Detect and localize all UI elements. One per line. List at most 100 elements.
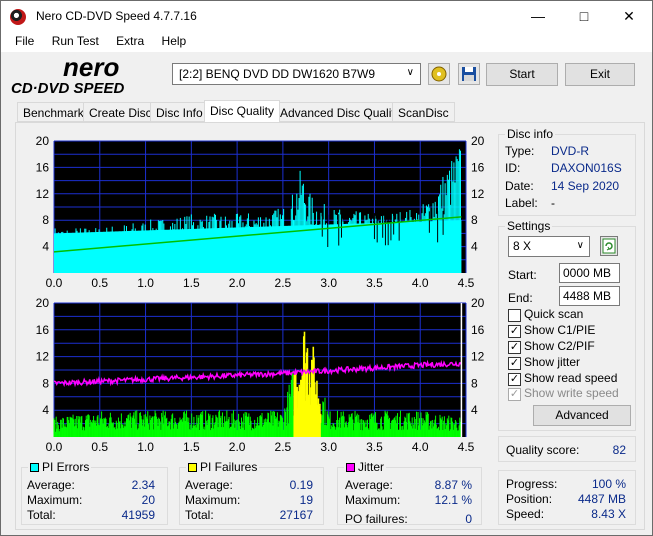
pi-failures-title: PI Failures	[186, 460, 260, 474]
quick-scan-checkbox[interactable]	[508, 309, 521, 322]
menu-bar: File Run Test Extra Help	[1, 32, 652, 52]
chevron-down-icon: ∨	[576, 240, 584, 251]
y-tick-label-left: 20	[36, 134, 50, 148]
x-tick-label: 2.5	[275, 276, 292, 290]
menu-file[interactable]: File	[15, 32, 34, 48]
exit-button[interactable]: Exit	[565, 63, 635, 86]
y-tick-label-right: 4	[471, 403, 478, 417]
refresh-speed-button[interactable]	[600, 236, 618, 256]
maximize-button[interactable]: □	[561, 1, 607, 32]
drive-info-button[interactable]	[428, 63, 450, 85]
y-tick-label-left: 8	[42, 213, 49, 227]
close-button[interactable]: ✕	[606, 1, 652, 32]
quality-score-label: Quality score:	[506, 443, 580, 457]
speed-select-value: 8 X	[513, 239, 532, 253]
po-failures-value: 0	[465, 512, 472, 526]
show-c1-pie-checkbox[interactable]: ✓	[508, 325, 521, 338]
tab-scandisc[interactable]: ScanDisc	[392, 102, 455, 122]
drive-select-value: [2:2] BENQ DVD DD DW1620 B7W9	[179, 67, 376, 81]
drive-select[interactable]: [2:2] BENQ DVD DD DW1620 B7W9 ∨	[172, 63, 421, 85]
jitter-title: Jitter	[344, 460, 387, 474]
disc-info-title: Disc info	[505, 127, 556, 141]
x-tick-label: 0.0	[46, 440, 63, 454]
pi-errors-title: PI Errors	[28, 460, 92, 474]
y-tick-label-right: 16	[471, 323, 485, 337]
x-tick-label: 4.5	[458, 440, 475, 454]
speed-label: Speed:	[506, 507, 545, 521]
speed-select[interactable]: 8 X ∨	[508, 236, 590, 257]
pi-failures-stats: PI Failures Average: 0.19 Maximum: 19 To…	[179, 460, 324, 525]
show-write-speed-label: Show write speed	[524, 386, 619, 400]
x-tick-label: 3.0	[320, 276, 337, 290]
pi-failures-chart: 0.0 0.5 1.0 1.5 2.0 2.5 3.0 3.5 4.0 4.5 20 16 12 8 4 20…	[36, 296, 485, 454]
tab-disc-info[interactable]: Disc Info	[150, 102, 209, 122]
end-input[interactable]: 4488 MB	[559, 286, 620, 306]
show-jitter-checkbox[interactable]: ✓	[508, 357, 521, 370]
show-c2-pif-checkbox[interactable]: ✓	[508, 341, 521, 354]
x-tick-label: 1.5	[183, 440, 200, 454]
pi-failures-total: 27167	[279, 508, 313, 522]
show-jitter-label: Show jitter	[524, 355, 581, 369]
jitter-maximum-label: Maximum:	[345, 493, 401, 507]
minimize-button[interactable]: —	[515, 1, 561, 32]
quality-score-value: 82	[612, 443, 626, 457]
floppy-save-icon	[462, 67, 476, 81]
x-tick-label: 0.5	[91, 276, 108, 290]
settings-group: Settings 8 X ∨ Start: 0000 MB End: 4488 …	[498, 219, 636, 431]
x-tick-label: 3.5	[366, 276, 383, 290]
y-tick-label-left: 4	[42, 403, 49, 417]
pi-failures-swatch	[188, 463, 197, 472]
pi-errors-total-label: Total:	[27, 508, 56, 522]
logo-speed-text: CD·DVD SPEED	[11, 80, 125, 97]
x-tick-label: 1.0	[137, 276, 154, 290]
show-c2-pif-label: Show C2/PIF	[524, 339, 595, 353]
disc-info-icon	[431, 66, 447, 82]
save-button[interactable]	[458, 63, 480, 85]
x-tick-label: 2.0	[229, 440, 246, 454]
logo-nero-text: nero	[63, 56, 119, 82]
disc-type-value: DVD-R	[551, 144, 589, 158]
x-tick-label: 0.5	[91, 440, 108, 454]
show-read-speed-checkbox[interactable]: ✓	[508, 373, 521, 386]
show-read-speed-label: Show read speed	[524, 371, 618, 385]
start-button[interactable]: Start	[486, 63, 558, 86]
pi-failures-maximum-label: Maximum:	[185, 493, 241, 507]
x-tick-label: 0.0	[46, 276, 63, 290]
menu-extra[interactable]: Extra	[116, 32, 144, 48]
disc-info-group: Disc info Type: DVD-R ID: DAXON016S Date…	[498, 127, 636, 216]
y-tick-label-left: 12	[36, 350, 50, 364]
x-tick-label: 1.5	[183, 276, 200, 290]
menu-help[interactable]: Help	[162, 32, 187, 48]
x-tick-label: 2.0	[229, 276, 246, 290]
chevron-down-icon: ∨	[406, 67, 414, 78]
nero-cd-dvd-speed-logo: nero CD·DVD SPEED	[11, 56, 125, 97]
disc-type-label: Type:	[505, 144, 535, 158]
show-write-speed-checkbox[interactable]: ✓	[508, 388, 521, 401]
disc-date-value: 14 Sep 2020	[551, 179, 620, 193]
window-title: Nero CD-DVD Speed 4.7.7.16	[36, 9, 197, 23]
tab-create-disc[interactable]: Create Disc	[83, 102, 158, 122]
tab-benchmark[interactable]: Benchmark	[17, 102, 90, 122]
jitter-swatch	[346, 463, 355, 472]
menu-run-test[interactable]: Run Test	[52, 32, 99, 48]
pi-errors-label: PI Errors	[42, 460, 90, 474]
pi-failures-label: PI Failures	[200, 460, 258, 474]
disc-label-label: Label:	[505, 196, 538, 210]
tab-advanced-disc-quality[interactable]: Advanced Disc Quality	[274, 102, 407, 122]
nero-app-icon	[10, 9, 26, 25]
pi-errors-average-label: Average:	[27, 478, 75, 492]
x-tick-label: 3.5	[366, 440, 383, 454]
y-tick-label-left: 20	[36, 296, 50, 310]
y-tick-label-left: 8	[42, 376, 49, 390]
disc-id-value: DAXON016S	[551, 161, 622, 175]
pi-failures-maximum: 19	[299, 493, 313, 507]
disc-label-value: -	[551, 196, 555, 210]
tab-disc-quality[interactable]: Disc Quality	[204, 100, 281, 123]
advanced-button[interactable]: Advanced	[533, 405, 631, 426]
start-input[interactable]: 0000 MB	[559, 263, 620, 283]
pi-errors-average: 2.34	[131, 478, 155, 492]
title-bar: Nero CD-DVD Speed 4.7.7.16 — □ ✕	[1, 1, 652, 32]
refresh-icon	[602, 238, 616, 254]
jitter-maximum: 12.1 %	[434, 493, 472, 507]
jitter-label: Jitter	[358, 460, 385, 474]
